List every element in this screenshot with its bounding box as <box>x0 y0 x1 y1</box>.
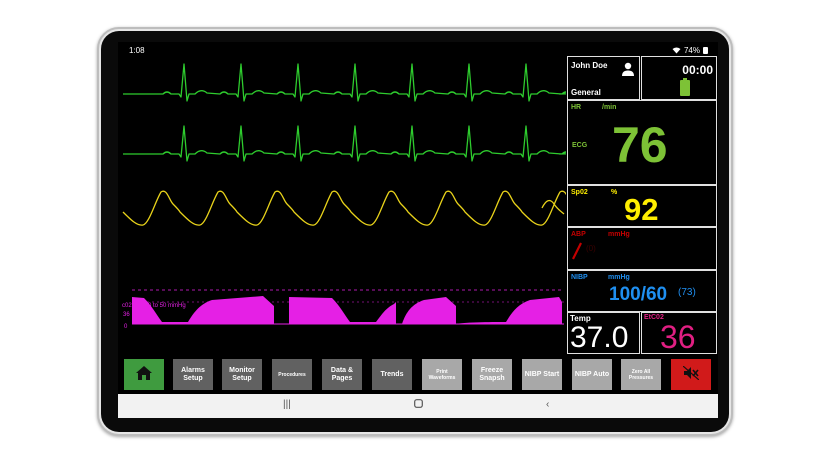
spo2-panel[interactable]: Sp02 % 92 <box>567 185 717 227</box>
wifi-icon <box>672 47 681 54</box>
ecg-waveform-2 <box>118 120 566 176</box>
patient-info[interactable]: John Doe General <box>567 56 640 100</box>
hr-source: ECG <box>572 142 588 149</box>
etco2-panel[interactable]: EtC02 36 <box>641 312 717 355</box>
nibp-start-button[interactable]: NIBP Start <box>522 359 562 390</box>
etco2-value: 36 <box>660 319 696 355</box>
abp-unit: mmHg <box>608 231 630 238</box>
co2-wave-range: 0 to 50 mmHg <box>148 303 186 309</box>
spo2-label: Sp02 <box>571 189 588 196</box>
alarms-setup-button[interactable]: Alarms Setup <box>173 359 213 390</box>
nibp-panel[interactable]: NIBP mmHg 100/60 (73) <box>567 270 717 312</box>
status-icons: 74% <box>672 46 708 55</box>
print-waveforms-button[interactable]: Print Waveforms <box>422 359 462 390</box>
freeze-snapshot-button[interactable]: Freeze Snapsh <box>472 359 512 390</box>
procedures-button[interactable]: Procedures <box>272 359 312 390</box>
hr-panel[interactable]: HR /min ECG 76 <box>567 100 717 185</box>
nibp-auto-button[interactable]: NIBP Auto <box>572 359 612 390</box>
waveform-area: c02 0 to 50 mmHg 36 0 <box>118 58 566 330</box>
timer-value: 00:00 <box>682 63 713 77</box>
pleth-trace <box>122 190 566 226</box>
patient-name: John Doe <box>571 61 608 70</box>
status-time: 1:08 <box>129 46 145 55</box>
hr-value: 76 <box>612 117 668 173</box>
ecg-trace-2 <box>123 125 566 162</box>
home-button[interactable] <box>124 359 164 390</box>
abp-slash-icon <box>572 242 582 260</box>
home-icon <box>136 366 152 383</box>
pleth-waveform <box>118 180 566 238</box>
timer-panel[interactable]: 00:00 <box>641 56 717 100</box>
zero-all-pressures-button[interactable]: Zero All Pressures <box>621 359 661 390</box>
patient-type: General <box>571 88 601 97</box>
nibp-unit: mmHg <box>608 274 630 281</box>
hr-label: HR <box>571 104 582 111</box>
button-bar: Alarms Setup Monitor Setup Procedures Da… <box>118 359 718 391</box>
nibp-label: NIBP <box>571 274 588 281</box>
battery-icon <box>680 78 690 101</box>
co2-trace-segment <box>402 297 562 324</box>
co2-wave-label: c02 <box>122 303 132 309</box>
abp-label: ABP <box>571 231 586 238</box>
ecg-waveform-1 <box>118 58 566 118</box>
abp-value: (0) <box>586 244 596 253</box>
abp-panel[interactable]: ABP mmHg (0) <box>567 227 717 270</box>
monitor-screen: 1:08 74% c02 0 to 50 mmHg 36 0 John Doe … <box>118 42 718 418</box>
spo2-value: 92 <box>624 192 659 227</box>
spo2-unit: % <box>611 189 618 196</box>
nibp-value: 100/60 <box>609 284 668 305</box>
co2-tick-high: 36 <box>123 312 130 318</box>
android-nav-bar: ||| ‹ <box>118 394 718 418</box>
home-nav-icon[interactable] <box>414 399 423 411</box>
ecg-trace-1 <box>123 63 566 102</box>
status-battery-icon <box>703 47 708 54</box>
back-nav-icon[interactable]: ‹ <box>546 399 549 410</box>
temp-value: 37.0 <box>570 321 629 354</box>
nibp-mean: (73) <box>678 287 696 298</box>
battery-percent: 74% <box>683 46 700 55</box>
recent-apps-icon[interactable]: ||| <box>283 399 291 410</box>
trends-button[interactable]: Trends <box>372 359 412 390</box>
monitor-setup-button[interactable]: Monitor Setup <box>222 359 262 390</box>
temp-panel[interactable]: Temp 37.0 <box>567 312 640 354</box>
co2-trace-segment <box>132 296 274 324</box>
speaker-mute-icon <box>682 365 700 383</box>
data-pages-button[interactable]: Data & Pages <box>322 359 362 390</box>
mute-alarm-button[interactable] <box>671 359 711 390</box>
person-icon <box>621 62 635 81</box>
hr-unit: /min <box>602 104 617 111</box>
co2-tick-low: 0 <box>124 324 128 330</box>
co2-trace-segment <box>289 297 396 324</box>
